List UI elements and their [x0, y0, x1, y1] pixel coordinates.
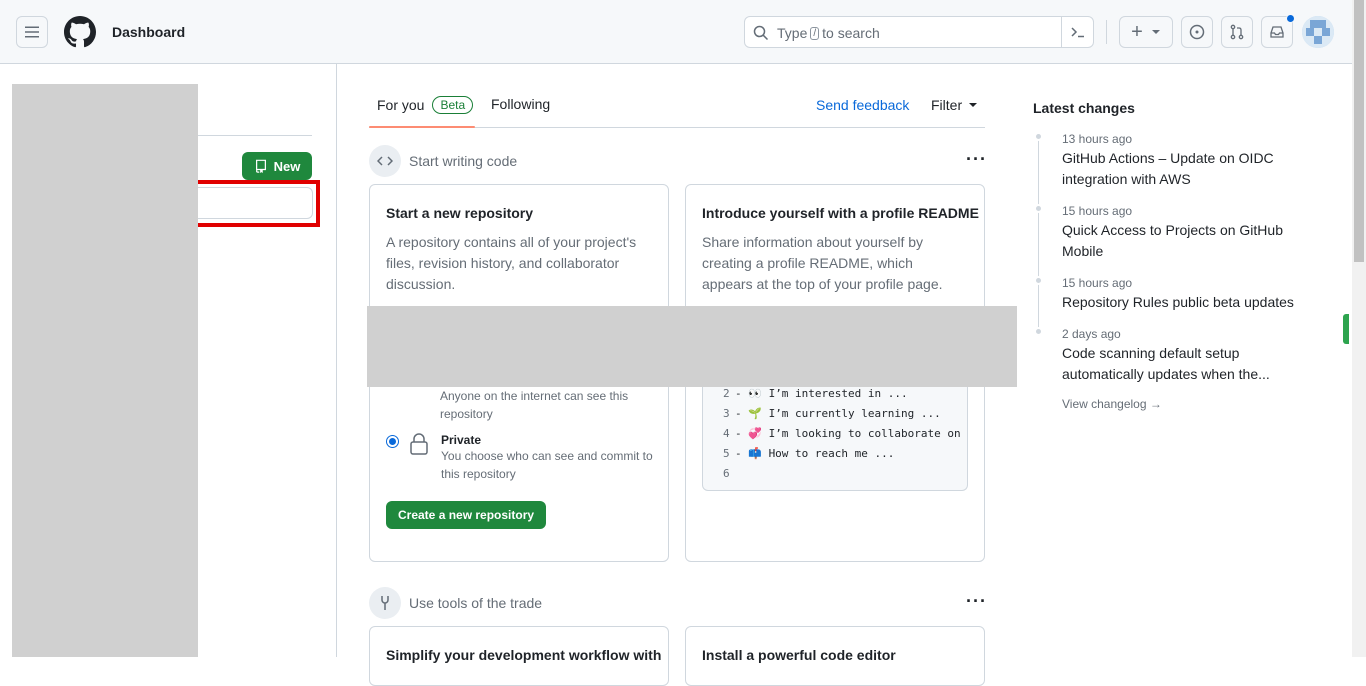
- lock-icon: [410, 433, 428, 455]
- card-title: Simplify your development workflow with: [386, 647, 662, 663]
- header-divider: [1106, 20, 1107, 44]
- view-changelog-link[interactable]: View changelog →: [1062, 397, 1162, 411]
- chevron-down-icon: [969, 103, 978, 107]
- chevron-down-icon: [1151, 30, 1160, 34]
- code-line: 6: [723, 467, 730, 480]
- private-option-desc: You choose who can see and commit to thi…: [441, 449, 653, 481]
- private-option[interactable]: Private You choose who can see and commi…: [386, 433, 661, 483]
- feedback-side-tab[interactable]: [1343, 314, 1349, 344]
- card-title: Introduce yourself with a profile README: [702, 205, 979, 221]
- section-start-writing-code: Start writing code: [369, 145, 517, 177]
- pull-requests-button[interactable]: [1221, 16, 1253, 48]
- change-time: 15 hours ago: [1062, 204, 1133, 218]
- search-placeholder: Type / to search: [777, 25, 880, 41]
- search-placeholder-post: to search: [822, 25, 880, 41]
- pull-requests-icon: [1230, 24, 1244, 40]
- section-use-tools: Use tools of the trade: [369, 587, 542, 619]
- code-icon: [369, 145, 401, 177]
- create-new-button[interactable]: +: [1119, 16, 1173, 48]
- search-shortcut-key: /: [810, 26, 820, 40]
- filter-label: Filter: [931, 97, 963, 113]
- repo-icon: [255, 159, 266, 173]
- menu-icon: [25, 26, 39, 38]
- scrollbar-thumb[interactable]: [1354, 0, 1364, 262]
- search-placeholder-pre: Type: [777, 25, 808, 41]
- command-palette-icon: [1070, 27, 1084, 38]
- tab-for-you-label: For you: [377, 97, 425, 113]
- change-time: 15 hours ago: [1062, 276, 1133, 290]
- filter-dropdown[interactable]: Filter: [931, 97, 978, 113]
- new-button-label: New: [273, 158, 301, 174]
- search-icon: [753, 25, 769, 41]
- code-line: 2- 👀 I’m interested in ...: [723, 387, 908, 400]
- latest-changes-title: Latest changes: [1033, 100, 1135, 116]
- kebab-menu-icon[interactable]: ···: [966, 591, 987, 612]
- code-line: 5- 📫 How to reach me ...: [723, 447, 895, 460]
- workflow-card: Simplify your development workflow with: [369, 626, 669, 686]
- change-link[interactable]: GitHub Actions – Update on OIDC integrat…: [1062, 148, 1307, 190]
- search-input[interactable]: Type / to search: [744, 16, 1094, 48]
- page-title[interactable]: Dashboard: [112, 24, 185, 40]
- private-radio[interactable]: [386, 435, 399, 448]
- top-header: Dashboard Type / to search +: [0, 0, 1352, 64]
- tools-icon: [369, 587, 401, 619]
- change-time: 13 hours ago: [1062, 132, 1133, 146]
- create-repository-button[interactable]: Create a new repository: [386, 501, 547, 529]
- code-editor-card: Install a powerful code editor: [685, 626, 985, 686]
- redacted-region: [367, 306, 1017, 387]
- redacted-region: [12, 84, 198, 657]
- github-logo-icon[interactable]: [64, 16, 96, 48]
- readme-code-preview: 2- 👀 I’m interested in ... 3- 🌱 I’m curr…: [702, 375, 968, 491]
- beta-badge: Beta: [432, 96, 474, 114]
- card-title: Start a new repository: [386, 205, 534, 221]
- kebab-menu-icon[interactable]: ···: [966, 149, 987, 170]
- section-title: Start writing code: [409, 153, 518, 169]
- timeline-dot: [1034, 276, 1043, 285]
- timeline-dot: [1034, 132, 1043, 141]
- command-palette-button[interactable]: [1061, 17, 1093, 47]
- highlight-box: [194, 180, 320, 227]
- notification-indicator: [1286, 14, 1295, 23]
- change-link[interactable]: Repository Rules public beta updates: [1062, 292, 1307, 313]
- change-link[interactable]: Code scanning default setup automaticall…: [1062, 343, 1307, 385]
- timeline-dot: [1034, 204, 1043, 213]
- public-option-desc: Anyone on the internet can see this repo…: [440, 389, 629, 421]
- private-option-title: Private: [441, 433, 482, 447]
- avatar[interactable]: [1302, 16, 1334, 48]
- change-time: 2 days ago: [1062, 327, 1121, 341]
- send-feedback-link[interactable]: Send feedback: [816, 97, 909, 113]
- issues-button[interactable]: [1181, 16, 1213, 48]
- code-line: 4- 💞️ I’m looking to collaborate on: [723, 427, 961, 440]
- card-description: Share information about yourself by crea…: [702, 234, 943, 292]
- section-title: Use tools of the trade: [409, 595, 543, 611]
- inbox-icon: [1270, 26, 1284, 38]
- card-description: A repository contains all of your projec…: [386, 234, 637, 292]
- plus-icon: +: [1131, 21, 1143, 43]
- tab-for-you[interactable]: For you Beta: [377, 96, 474, 114]
- sidebar-divider: [196, 135, 312, 136]
- code-line: 3- 🌱 I’m currently learning ...: [723, 407, 941, 420]
- issues-icon: [1189, 24, 1205, 40]
- timeline-dot: [1034, 327, 1043, 336]
- card-title: Install a powerful code editor: [702, 647, 896, 663]
- active-tab-indicator: [369, 126, 475, 128]
- menu-button[interactable]: [16, 16, 48, 48]
- new-repository-button[interactable]: New: [242, 152, 312, 180]
- tab-following[interactable]: Following: [491, 96, 550, 112]
- change-link[interactable]: Quick Access to Projects on GitHub Mobil…: [1062, 220, 1307, 262]
- timeline-line: [1038, 136, 1039, 336]
